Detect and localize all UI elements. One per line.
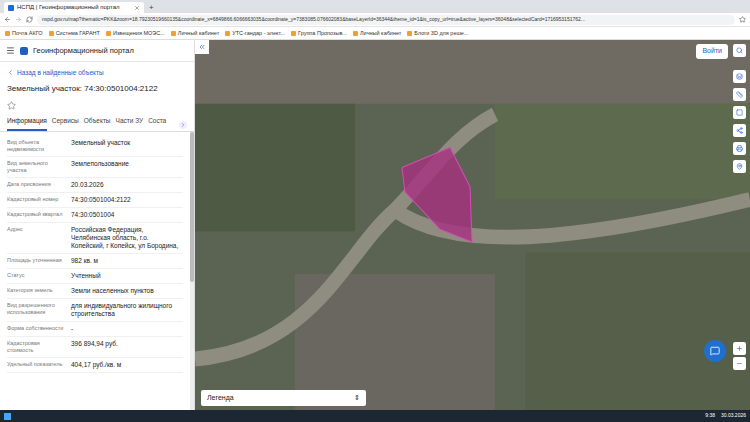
map-tool-button[interactable] [733,160,746,173]
login-button[interactable]: Войти [696,44,728,59]
property-row: Вид объекта недвижимостиЗемельный участо… [7,136,183,157]
bookmark-icon [407,31,412,36]
property-row: АдресРоссийская Федерация, Челябинская о… [7,223,183,254]
property-row: СтатусУчтенный [7,269,183,284]
menu-icon[interactable] [6,46,15,55]
favicon-icon [8,5,14,11]
property-row: Форма собственности- [7,322,183,337]
chevron-right-icon [180,122,186,128]
bookmark-icon [106,31,111,36]
bookmarks-bar: Почта АКГО Система ГАРАНТ Извещения МОЭС..… [0,27,750,40]
bookmark-icon [171,31,176,36]
zoom-controls [733,342,746,370]
bookmark-icon [225,31,230,36]
close-tab-icon [134,5,140,11]
search-icon [736,47,743,54]
map[interactable]: Войти Легенда⇕ [195,40,750,410]
chat-icon [710,346,720,356]
chat-button[interactable] [704,340,726,362]
back-icon[interactable] [4,16,11,23]
tool-icon [736,91,743,98]
properties: Вид объекта недвижимостиЗемельный участо… [0,132,194,411]
card-tab[interactable]: Части ЗУ [116,116,144,131]
tool-icon [736,109,743,116]
bookmark-icon [353,31,358,36]
app: Геоинформационный порталНазад в найденны… [0,40,750,410]
card-tab[interactable]: Объекты [84,116,111,131]
bookmark[interactable]: Группа Пропозыв... [291,29,347,37]
tool-icon [736,127,743,134]
zoom-in-button[interactable] [733,342,746,355]
card-tab[interactable]: Сервисы [52,116,79,131]
panel-scrollbar[interactable] [190,132,194,411]
date: 30.03.2026 [721,412,746,420]
bookmark-icon [5,31,10,36]
logo-icon [20,47,28,55]
bookmark-icon [291,31,296,36]
collapse-icon [198,43,206,51]
collapse-panel-button[interactable] [195,40,209,54]
card-tabs: Информация Сервисы Объекты Части ЗУ Соста [0,116,194,132]
map-tool-button[interactable] [733,142,746,155]
tool-icon [736,163,743,170]
map-toolbar [733,70,746,173]
browser-tab-strip: НСПД | Геоинформационный портал+ [0,0,750,13]
plus-icon [736,345,743,352]
address-bar[interactable]: nspd.gov.ru/map?thematic=PKK&zoom=18.792… [37,15,735,25]
bookmark[interactable]: УТС-гандар - элект... [225,29,285,37]
property-row: Кадастровая стоимость396 894,94 руб. [7,337,183,358]
property-row: Удельный показатель404,17 руб./кв. м [7,358,183,373]
object-heading: Земельный участок: 74:30:0501004:2122 [0,78,194,95]
tabs-scroll-button[interactable] [179,121,187,129]
bookmark[interactable]: Личный кабинет [171,29,219,37]
app-header: Геоинформационный портал [0,40,194,62]
aerial-photo [195,40,750,410]
chevron-left-icon [7,69,14,76]
minus-icon [736,360,743,367]
search-button[interactable] [733,44,746,57]
parcel-polygon[interactable] [402,147,472,242]
map-tool-button[interactable] [733,124,746,137]
card-tab[interactable]: Соста [148,116,166,131]
address-row: nspd.gov.ru/map?thematic=PKK&zoom=18.792… [0,13,750,27]
bookmark[interactable]: Система ГАРАНТ [49,29,100,37]
property-row: Вид разрешенного использованиядля индиви… [7,299,183,322]
clock: 9:38 [705,412,715,420]
map-tool-button[interactable] [733,70,746,83]
tool-icon [736,73,743,80]
bookmark[interactable]: Почта АКГО [5,29,43,37]
zoom-out-button[interactable] [733,357,746,370]
property-row: Дата присвоения20.03.2026 [7,178,183,193]
bookmark[interactable]: Извещения МОЭС... [106,29,165,37]
property-row: Кадастровый номер74:30:0501004:2122 [7,193,183,208]
screen: НСПД | Геоинформационный портал+ nspd.gov… [0,0,750,422]
tool-icon [736,145,743,152]
back-link[interactable]: Назад в найденные объекты [0,62,194,78]
map-tool-button[interactable] [733,88,746,101]
bookmark-icon [49,31,54,36]
map-tool-button[interactable] [733,106,746,119]
bookmark-star-icon[interactable] [739,16,746,23]
start-icon[interactable] [4,413,11,420]
property-row: Категория земельЗемли населенных пунктов [7,284,183,299]
side-panel: Геоинформационный порталНазад в найденны… [0,40,195,410]
taskbar: 9:38 30.03.2026 [0,410,750,422]
bookmark[interactable]: Блоги 3D для реше... [407,29,468,37]
browser-tab[interactable]: НСПД | Геоинформационный портал [4,2,144,13]
forward-icon[interactable] [15,16,22,23]
card-tab[interactable]: Информация [7,116,47,131]
bookmark[interactable]: Личный кабинет [353,29,401,37]
reload-icon[interactable] [26,16,33,23]
legend-bar[interactable]: Легенда⇕ [201,390,366,406]
property-row: Кадастровый квартал74:30:0501004 [7,208,183,223]
property-row: Вид земельного участкаЗемлепользование [7,157,183,178]
favorite-icon[interactable] [7,101,16,110]
property-row: Площадь уточненная982 кв. м [7,254,183,269]
new-tab-button[interactable]: + [146,2,157,13]
